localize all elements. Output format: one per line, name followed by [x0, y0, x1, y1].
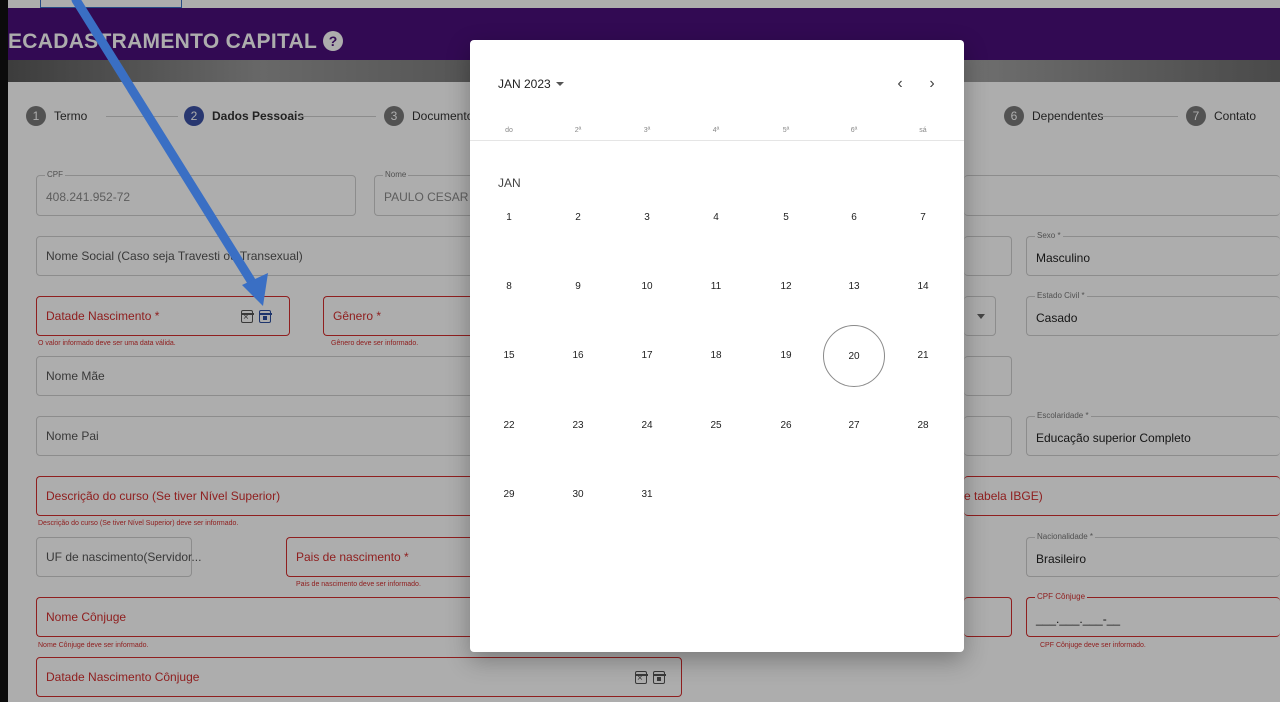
day-cell[interactable]: 27 [823, 395, 885, 457]
month-year-label: JAN 2023 [498, 77, 551, 91]
day-cell[interactable]: 19 [755, 325, 817, 387]
weekday-label: 4ª [712, 127, 720, 134]
day-cell[interactable]: 15 [478, 325, 540, 387]
day-cell[interactable]: 13 [823, 256, 885, 318]
day-cell[interactable]: 28 [892, 395, 954, 457]
next-month-button[interactable]: › [922, 74, 942, 94]
weekday-label: 2ª [574, 127, 582, 134]
day-cell[interactable]: 2 [547, 187, 609, 249]
prev-month-button[interactable]: ‹ [890, 74, 910, 94]
day-cell[interactable]: 31 [616, 464, 678, 526]
day-cell[interactable]: 25 [685, 395, 747, 457]
month-year-selector[interactable]: JAN 2023 [498, 77, 564, 91]
day-cell[interactable]: 10 [616, 256, 678, 318]
day-cell[interactable]: 22 [478, 395, 540, 457]
day-cell[interactable]: 5 [755, 187, 817, 249]
day-cell[interactable]: 4 [685, 187, 747, 249]
day-cell[interactable]: 24 [616, 395, 678, 457]
date-picker-dialog: JAN 2023 ‹ › do 2ª 3ª 4ª 5ª 6ª sá JAN 12345678… [470, 40, 964, 652]
day-cell[interactable]: 14 [892, 256, 954, 318]
day-cell[interactable]: 1 [478, 187, 540, 249]
day-cell[interactable]: 21 [892, 325, 954, 387]
day-cell[interactable]: 18 [685, 325, 747, 387]
day-cell[interactable]: 26 [755, 395, 817, 457]
day-cell[interactable]: 7 [892, 187, 954, 249]
weekday-label: 5ª [782, 127, 790, 134]
day-cell[interactable]: 17 [616, 325, 678, 387]
day-cell[interactable]: 12 [755, 256, 817, 318]
day-cell[interactable]: 29 [478, 464, 540, 526]
day-cell[interactable]: 3 [616, 187, 678, 249]
day-cell[interactable]: 11 [685, 256, 747, 318]
day-cell[interactable]: 8 [478, 256, 540, 318]
day-cell[interactable]: 6 [823, 187, 885, 249]
weekday-label: 3ª [643, 127, 651, 134]
weekday-label: sá [919, 127, 927, 134]
weekday-label: 6ª [850, 127, 858, 134]
weekday-label: do [505, 127, 513, 134]
day-cell[interactable]: 16 [547, 325, 609, 387]
caret-down-icon [555, 82, 564, 86]
day-cell[interactable]: 30 [547, 464, 609, 526]
divider [470, 140, 964, 141]
day-cell-today[interactable]: 20 [823, 325, 885, 387]
day-cell[interactable]: 23 [547, 395, 609, 457]
day-cell[interactable]: 9 [547, 256, 609, 318]
